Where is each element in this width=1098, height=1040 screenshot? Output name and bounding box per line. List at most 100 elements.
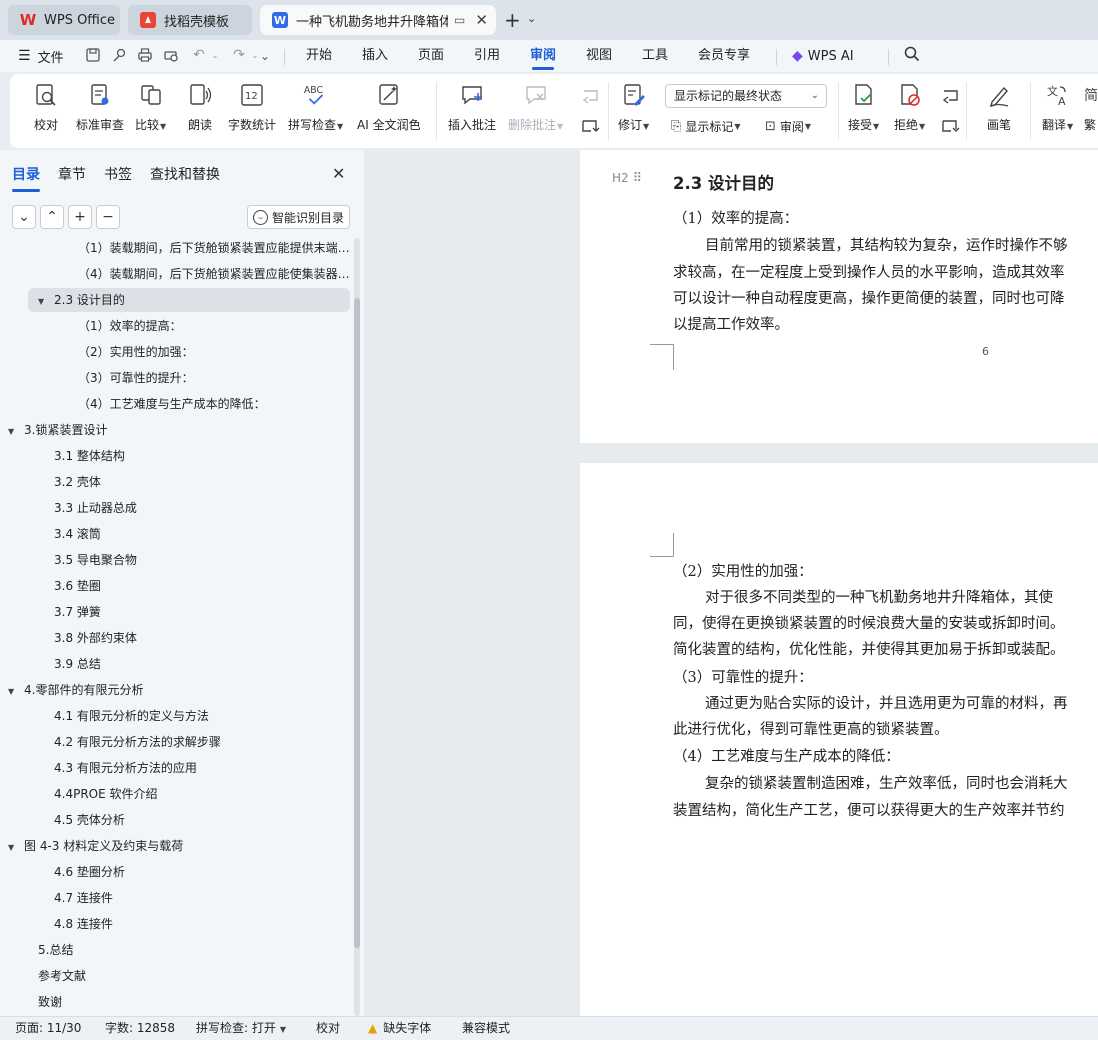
toc-item[interactable]: 3.7 弹簧 (54, 600, 350, 624)
toc-item[interactable]: 3.3 止动器总成 (54, 496, 350, 520)
toc-item[interactable]: （4）装载期间，后下货舱锁紧装置应能使集装器保持稳定 (78, 262, 350, 286)
review-pane-button[interactable]: ⊡ 审阅 ▼ (765, 116, 811, 136)
toc-item[interactable]: 参考文献 (38, 964, 350, 988)
expand-triangle-icon[interactable]: ▼ (38, 290, 50, 312)
toc-item[interactable]: 3.9 总结 (54, 652, 350, 676)
menu-view[interactable]: 视图 (586, 40, 612, 72)
menu-member[interactable]: 会员专享 (698, 40, 750, 72)
toc-scrollbar[interactable] (354, 238, 360, 1016)
nav-tab-bookmarks[interactable]: 书签 (104, 164, 132, 184)
expand-down-button[interactable]: ⌄ (12, 205, 36, 229)
pen-button[interactable]: 画笔 (985, 80, 1013, 142)
expand-triangle-icon[interactable]: ▼ (8, 680, 20, 702)
toc-item[interactable]: 4.5 壳体分析 (54, 808, 350, 832)
menu-insert[interactable]: 插入 (362, 40, 388, 72)
toc-item[interactable]: 3.8 外部约束体 (54, 626, 350, 650)
paragraph-line: 简化装置的结构，优化性能，并使得其更加易于拆卸或装配。 (673, 642, 1065, 658)
toc-item[interactable]: 3.5 导电聚合物 (54, 548, 350, 572)
proofread-button[interactable]: 校对 (32, 80, 60, 142)
proofread-indicator[interactable]: 校对 (316, 1017, 340, 1040)
toc-item[interactable]: 4.6 垫圈分析 (54, 860, 350, 884)
toc-item[interactable]: ▼ 2.3 设计目的 (28, 288, 350, 312)
undo-dropdown-icon[interactable]: ⌄ (206, 51, 224, 69)
insert-comment-button[interactable]: 插入批注 (448, 80, 496, 142)
menu-start[interactable]: 开始 (306, 40, 332, 72)
toc-scrollbar-thumb[interactable] (354, 298, 360, 948)
toc-item[interactable]: ▼ 4.零部件的有限元分析 (8, 678, 350, 702)
toc-item[interactable]: 3.4 滚筒 (54, 522, 350, 546)
monitor-icon[interactable]: ▭ (454, 13, 465, 27)
reject-button[interactable]: 拒绝▼ (894, 80, 925, 142)
close-pane-icon[interactable]: ✕ (332, 164, 345, 183)
menu-review[interactable]: 审阅 (530, 40, 556, 72)
nav-tab-find-replace[interactable]: 查找和替换 (150, 164, 220, 184)
standard-review-button[interactable]: 标准审查 (76, 80, 124, 142)
drag-handle-icon[interactable]: ⠿ (633, 171, 642, 186)
spell-check-button[interactable]: ABC 拼写检查▼ (288, 80, 343, 142)
compat-mode-indicator: 兼容模式 (462, 1021, 511, 1035)
paragraph-line: 通过更为贴合实际的设计，并且选用更为可靠的材料，再 (705, 696, 1068, 712)
close-tab-icon[interactable]: ✕ (475, 11, 488, 29)
quick-access-more-icon[interactable]: ⌄ (256, 49, 274, 67)
trad-simple-button[interactable]: 简 繁 (1084, 80, 1098, 142)
delete-comment-button[interactable]: 删除批注▼ (508, 80, 563, 142)
search-icon[interactable] (904, 46, 920, 66)
accept-label: 接受 (848, 118, 873, 132)
tab-template[interactable]: 找稻壳模板 (128, 5, 252, 35)
expand-triangle-icon[interactable]: ▼ (8, 420, 20, 442)
file-menu[interactable]: ☰ 文件 (18, 40, 64, 72)
compare-button[interactable]: 比较▼ (135, 80, 166, 142)
page-indicator[interactable]: 页面: 11/30 (15, 1017, 81, 1040)
toc-item[interactable]: 4.4PROE 软件介绍 (54, 782, 350, 806)
toc-item[interactable]: 3.6 垫圈 (54, 574, 350, 598)
word-count-indicator[interactable]: 字数: 12858 (105, 1017, 175, 1040)
missing-font-indicator[interactable]: ▲ 缺失字体 (368, 1017, 431, 1040)
tab-wps-office[interactable]: W WPS Office (8, 5, 120, 35)
nav-tab-toc[interactable]: 目录 (12, 164, 40, 192)
tab-list-chevron-icon[interactable]: ⌄ (527, 12, 536, 25)
menu-page[interactable]: 页面 (418, 40, 444, 72)
toc-item[interactable]: ▼ 图 4-3 材料定义及约束与载荷 (8, 834, 350, 858)
toc-item[interactable]: 4.8 连接件 (54, 912, 350, 936)
paragraph-line: 此进行优化，得到可靠性更高的锁紧装置。 (673, 722, 949, 738)
track-changes-button[interactable]: 修订▼ (618, 80, 649, 142)
toc-item[interactable]: （1）效率的提高： (78, 314, 350, 338)
toc-item[interactable]: 4.7 连接件 (54, 886, 350, 910)
toc-item[interactable]: 致谢 (38, 990, 350, 1014)
translate-button[interactable]: 文A 翻译▼ (1042, 80, 1073, 142)
remove-heading-button[interactable]: − (96, 205, 120, 229)
expand-triangle-icon[interactable]: ▼ (8, 836, 20, 858)
add-heading-button[interactable]: + (68, 205, 92, 229)
toc-item[interactable]: 4.2 有限元分析方法的求解步骤 (54, 730, 350, 754)
toc-item[interactable]: 5.总结 (38, 938, 350, 962)
toc-item[interactable]: ▼ 3.锁紧装置设计 (8, 418, 350, 442)
markup-mode-select[interactable]: 显示标记的最终状态 ⌄ (665, 84, 827, 108)
toc-item[interactable]: （2）实用性的加强： (78, 340, 350, 364)
print-icon[interactable] (136, 47, 154, 65)
menu-reference[interactable]: 引用 (474, 40, 500, 72)
show-markup-button[interactable]: ⎘ 显示标记 ▼ (671, 116, 741, 136)
ai-polish-button[interactable]: AI 全文润色 (357, 80, 421, 142)
new-tab-icon[interactable]: + (504, 8, 521, 32)
tab-document[interactable]: W 一种飞机勘务地井升降箱体限位锁紧装置设计 ▭ ✕ (260, 5, 496, 35)
collapse-up-button[interactable]: ⌃ (40, 205, 64, 229)
toc-item[interactable]: （4）工艺难度与生产成本的降低： (78, 392, 350, 416)
export-icon[interactable] (110, 47, 128, 65)
toc-item[interactable]: 4.1 有限元分析的定义与方法 (54, 704, 350, 728)
spell-check-indicator[interactable]: 拼写检查: 打开 ▼ (196, 1017, 286, 1040)
menu-tools[interactable]: 工具 (642, 40, 668, 72)
save-icon[interactable] (84, 47, 102, 65)
word-count-button[interactable]: 12 字数统计 (228, 80, 276, 142)
toc-item[interactable]: 3.2 壳体 (54, 470, 350, 494)
heading-level-marker[interactable]: H2 ⠿ (612, 171, 642, 186)
nav-tab-sections[interactable]: 章节 (58, 164, 86, 184)
accept-button[interactable]: 接受▼ (848, 80, 879, 142)
toc-item[interactable]: 3.1 整体结构 (54, 444, 350, 468)
toc-item[interactable]: 4.3 有限元分析方法的应用 (54, 756, 350, 780)
toc-item[interactable]: （3）可靠性的提升： (78, 366, 350, 390)
wps-ai-menu[interactable]: ◆ WPS AI (792, 40, 854, 72)
print-preview-icon[interactable] (162, 47, 180, 65)
smart-toc-button[interactable]: ⌣ 智能识别目录 (247, 205, 350, 229)
read-aloud-button[interactable]: 朗读 (186, 80, 214, 142)
toc-item[interactable]: （1）装载期间，后下货舱锁紧装置应能提供末端保护 (78, 238, 350, 260)
